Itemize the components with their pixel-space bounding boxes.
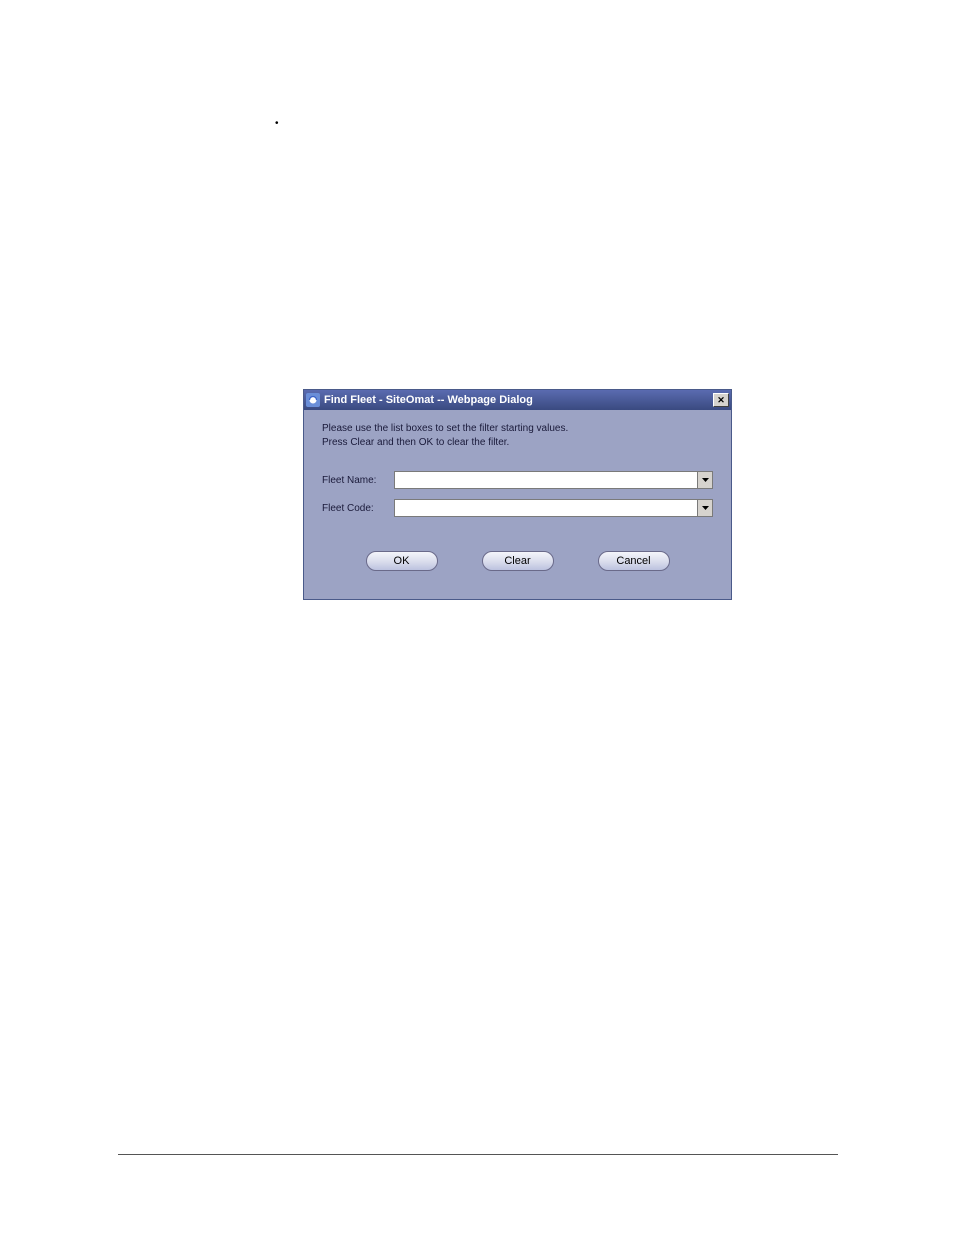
cancel-button[interactable]: Cancel xyxy=(598,551,670,571)
dialog-title: Find Fleet - SiteOmat -- Webpage Dialog xyxy=(324,394,713,406)
dialog-button-row: OK Clear Cancel xyxy=(322,551,713,571)
fleet-code-combo[interactable] xyxy=(394,499,713,517)
instruction-line-1: Please use the list boxes to set the fil… xyxy=(322,422,713,436)
footer-divider xyxy=(118,1154,838,1155)
instruction-line-2: Press Clear and then OK to clear the fil… xyxy=(322,436,713,450)
close-button[interactable]: ✕ xyxy=(713,393,729,407)
close-icon: ✕ xyxy=(717,395,725,406)
fleet-name-label: Fleet Name: xyxy=(322,475,394,486)
bullet-point: • xyxy=(275,118,279,129)
fleet-name-dropdown-button[interactable] xyxy=(697,472,712,488)
chevron-down-icon xyxy=(702,506,709,510)
find-fleet-dialog: Find Fleet - SiteOmat -- Webpage Dialog … xyxy=(303,389,732,600)
fleet-code-row: Fleet Code: xyxy=(322,499,713,517)
dialog-body: Please use the list boxes to set the fil… xyxy=(304,410,731,599)
chevron-down-icon xyxy=(702,478,709,482)
dialog-titlebar: Find Fleet - SiteOmat -- Webpage Dialog … xyxy=(304,390,731,410)
clear-button[interactable]: Clear xyxy=(482,551,554,571)
fleet-name-input[interactable] xyxy=(395,472,697,488)
ie-page-icon xyxy=(306,393,320,407)
fleet-name-combo[interactable] xyxy=(394,471,713,489)
fleet-name-row: Fleet Name: xyxy=(322,471,713,489)
fleet-code-input[interactable] xyxy=(395,500,697,516)
ok-button[interactable]: OK xyxy=(366,551,438,571)
dialog-instructions: Please use the list boxes to set the fil… xyxy=(322,422,713,449)
fleet-code-label: Fleet Code: xyxy=(322,503,394,514)
fleet-code-dropdown-button[interactable] xyxy=(697,500,712,516)
